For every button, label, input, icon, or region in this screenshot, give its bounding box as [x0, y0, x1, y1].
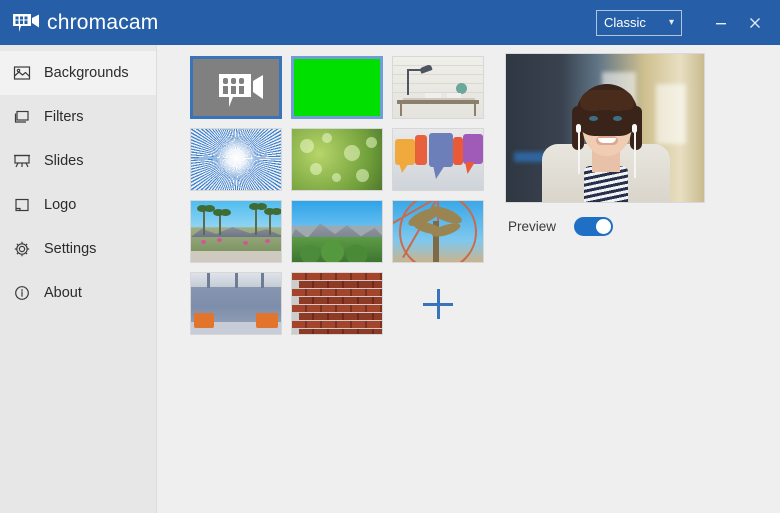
background-tile-white-brick-desk[interactable] — [392, 56, 484, 119]
background-tile-mountain-palms[interactable] — [291, 200, 383, 263]
info-circle-icon — [12, 284, 31, 303]
preview-subject-eye-left — [589, 116, 598, 121]
window-controls: Classic ▾ — [596, 8, 780, 38]
gear-icon — [12, 240, 31, 259]
earbud-left — [576, 124, 581, 133]
background-tile-lounge-orange-chairs[interactable] — [190, 272, 282, 335]
preview-subject-brow-right — [612, 109, 623, 111]
preview-panel: Preview — [505, 53, 705, 236]
layers-icon — [12, 108, 31, 127]
sidebar-item-label: Slides — [44, 153, 84, 169]
background-tile-green-bokeh[interactable] — [291, 128, 383, 191]
preview-subject-teeth — [598, 138, 616, 143]
earphone-cord-right — [634, 132, 636, 178]
sidebar-item-label: Filters — [44, 109, 84, 125]
background-grid — [190, 56, 494, 335]
tile-artwork — [294, 59, 380, 116]
projector-screen-icon — [12, 152, 31, 171]
chromacam-logo-icon — [11, 12, 41, 34]
add-background-button[interactable] — [392, 272, 484, 335]
tile-artwork — [292, 129, 382, 190]
background-tile-palm-ferris-wheel[interactable] — [392, 200, 484, 263]
tile-artwork — [393, 201, 483, 262]
sidebar-item-slides[interactable]: Slides — [0, 139, 156, 183]
preview-subject-brow-left — [588, 109, 599, 111]
sidebar-item-about[interactable]: About — [0, 271, 156, 315]
background-tile-red-brick-wall[interactable] — [291, 272, 383, 335]
tile-artwork — [292, 201, 382, 262]
tile-artwork — [191, 201, 281, 262]
background-tile-sunburst-rays[interactable] — [190, 128, 282, 191]
preview-image — [505, 53, 705, 203]
sidebar-item-label: Backgrounds — [44, 65, 129, 81]
sidebar: Backgrounds Filters Slides Logo Settings… — [0, 45, 157, 513]
tile-artwork — [393, 129, 483, 190]
tile-artwork — [193, 59, 279, 116]
toggle-knob — [596, 219, 612, 234]
square-icon — [12, 196, 31, 215]
sidebar-item-label: About — [44, 285, 82, 301]
plus-icon — [423, 288, 453, 319]
sidebar-item-backgrounds[interactable]: Backgrounds — [0, 51, 156, 95]
chromacam-window: chromacam Classic ▾ Backgrounds Filters … — [0, 0, 780, 513]
sidebar-item-logo[interactable]: Logo — [0, 183, 156, 227]
background-tile-palm-garden[interactable] — [190, 200, 282, 263]
tile-artwork — [191, 129, 281, 190]
preview-toggle[interactable] — [574, 217, 614, 236]
main-content: Preview — [157, 45, 780, 513]
sidebar-item-settings[interactable]: Settings — [0, 227, 156, 271]
earbud-right — [632, 124, 637, 133]
preview-subject-eye-right — [613, 116, 622, 121]
mode-select-value: Classic — [604, 15, 646, 30]
earphone-cord-left — [578, 132, 580, 174]
background-tile-colorful-speech-bubbles[interactable] — [392, 128, 484, 191]
sidebar-item-label: Settings — [44, 241, 97, 257]
brand-name: chromacam — [47, 10, 159, 34]
window-body: Backgrounds Filters Slides Logo Settings… — [0, 45, 780, 513]
sidebar-item-label: Logo — [44, 197, 77, 213]
background-tile-green-screen[interactable] — [291, 56, 383, 119]
title-bar: chromacam Classic ▾ — [0, 0, 780, 45]
image-icon — [12, 64, 31, 83]
tile-artwork — [393, 57, 483, 118]
chevron-down-icon: ▾ — [668, 16, 674, 28]
mode-select[interactable]: Classic ▾ — [596, 9, 682, 36]
sidebar-item-filters[interactable]: Filters — [0, 95, 156, 139]
minimize-button[interactable] — [704, 8, 738, 38]
preview-subject-fringe — [580, 90, 634, 110]
tile-artwork — [191, 273, 281, 334]
preview-toggle-row: Preview — [505, 217, 705, 236]
close-button[interactable] — [738, 8, 772, 38]
brand: chromacam — [0, 11, 159, 35]
preview-label: Preview — [508, 219, 557, 234]
background-tile-none-chromacam-logo[interactable] — [190, 56, 282, 119]
